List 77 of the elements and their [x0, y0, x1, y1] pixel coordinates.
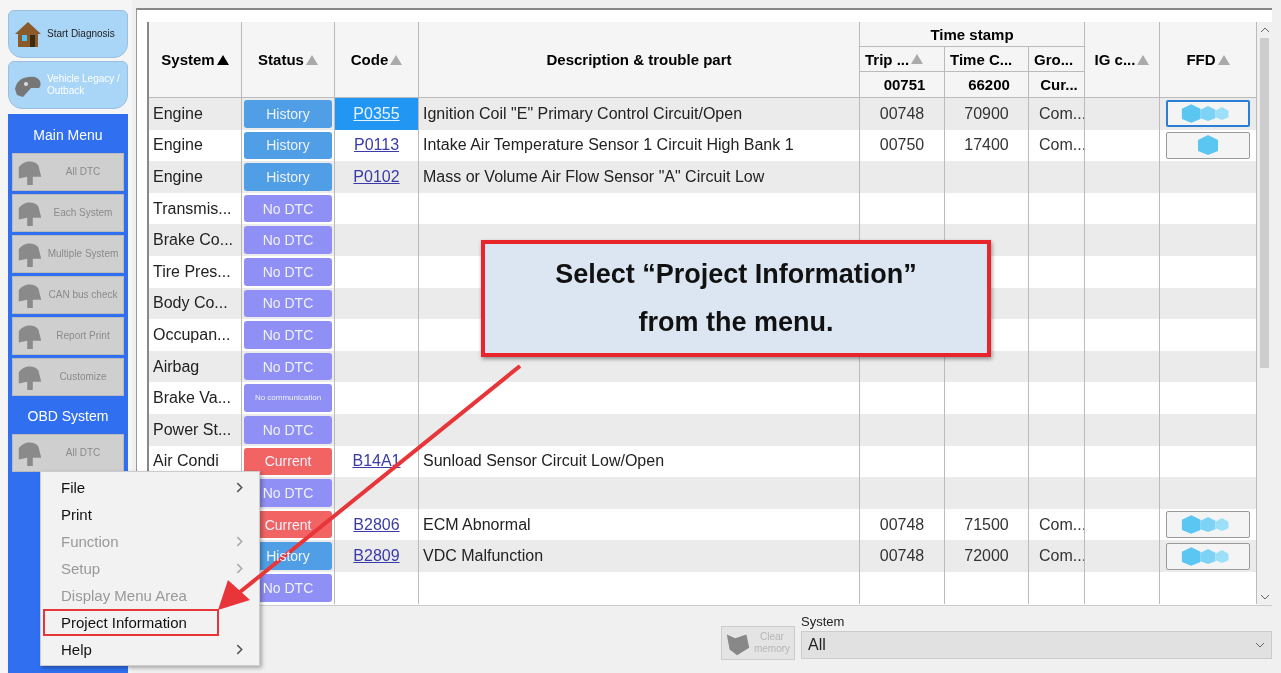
table-cell: Ignition Coil "E" Primary Control Circuit/Open: [419, 98, 860, 130]
nav-button[interactable]: Start Diagnosis: [8, 10, 128, 58]
tool-icon: [16, 439, 44, 467]
cube-icon: [1196, 134, 1220, 157]
tool-icon: [16, 363, 44, 391]
code-link[interactable]: B2809: [353, 547, 400, 566]
tool-icon: [16, 240, 44, 268]
column-header[interactable]: IG c...: [1085, 22, 1160, 98]
table-cell: Airbag: [149, 350, 242, 383]
status-badge: History: [244, 100, 332, 128]
table-cell: 70900: [945, 98, 1029, 130]
status-badge: No DTC: [244, 352, 332, 381]
column-header[interactable]: Status: [242, 22, 335, 98]
table-cell: [1029, 477, 1085, 509]
section-title: Main Menu: [32, 126, 104, 145]
scrollbar-thumb[interactable]: [1260, 38, 1269, 368]
tool-icon: [16, 158, 44, 186]
menu-item[interactable]: Project Information: [43, 609, 219, 636]
column-group-header: Time stamp: [860, 22, 1085, 47]
column-header[interactable]: System: [149, 22, 242, 98]
table-cell: [1029, 224, 1085, 256]
table-cell: Com...: [1029, 540, 1085, 572]
code-link[interactable]: P0102: [353, 168, 400, 186]
table-cell: Com...: [1029, 98, 1085, 130]
table-cell: Power St...: [149, 413, 242, 446]
status-badge: History: [244, 163, 332, 191]
field-label: System: [801, 614, 846, 629]
chevron-down-icon: [1255, 642, 1265, 648]
ffd-button[interactable]: [1166, 100, 1250, 128]
code-link[interactable]: B2806: [353, 515, 400, 534]
table-cell: Body Co...: [149, 287, 242, 320]
current-value: 00751: [860, 72, 945, 98]
menu-item[interactable]: Help: [43, 636, 257, 663]
tool-icon: [16, 281, 44, 309]
tool-icon: [16, 199, 44, 227]
code-link[interactable]: P0113: [353, 136, 400, 155]
table-cell: Engine: [149, 161, 242, 193]
status-badge: No communication: [244, 384, 332, 412]
table-cell: 00748: [860, 540, 945, 572]
status-badge: No DTC: [244, 415, 332, 444]
status-badge: No DTC: [244, 257, 332, 286]
scroll-down-icon[interactable]: [1259, 593, 1270, 601]
column-header[interactable]: Time C...: [945, 47, 1029, 72]
table-cell: 00748: [860, 98, 945, 130]
current-value: Cur...: [1029, 72, 1085, 98]
code-link[interactable]: B14A1: [352, 452, 401, 471]
table-cell: VDC Malfunction: [419, 540, 860, 572]
ffd-button[interactable]: [1166, 511, 1250, 538]
table-cell: [1029, 161, 1085, 193]
table-cell: Brake Co...: [149, 224, 242, 256]
scroll-up-icon[interactable]: [1259, 26, 1270, 34]
table-cell: [1029, 413, 1085, 446]
status-badge: No DTC: [244, 194, 332, 223]
column-header[interactable]: Trip ...: [860, 47, 945, 72]
system-dropdown[interactable]: All: [801, 631, 1272, 659]
ffd-button[interactable]: [1166, 131, 1250, 159]
column-header[interactable]: Gro...: [1029, 47, 1085, 72]
house-icon: [13, 20, 43, 48]
status-badge: Current: [244, 447, 332, 476]
table-cell: [1029, 350, 1085, 383]
table-cell: Mass or Volume Air Flow Sensor "A" Circuit Low: [419, 161, 860, 193]
column-header[interactable]: Code: [335, 22, 419, 98]
ffd-button[interactable]: [1166, 542, 1250, 570]
table-cell: 72000: [945, 540, 1029, 572]
tool-icon: [16, 322, 44, 350]
current-value: 66200: [945, 72, 1029, 98]
scrollbar[interactable]: [1257, 22, 1272, 605]
column-header[interactable]: Description & trouble part: [419, 22, 860, 98]
instruction-callout: Select “Project Information” from the menu.: [481, 240, 991, 357]
section-title: OBD System: [26, 407, 110, 426]
status-badge: No DTC: [244, 321, 332, 349]
status-badge: No DTC: [244, 289, 332, 318]
status-badge: History: [244, 131, 332, 160]
table-cell: Engine: [149, 98, 242, 130]
column-header[interactable]: FFD: [1160, 22, 1257, 98]
status-badge: No DTC: [244, 226, 332, 254]
table-cell: [1029, 287, 1085, 320]
